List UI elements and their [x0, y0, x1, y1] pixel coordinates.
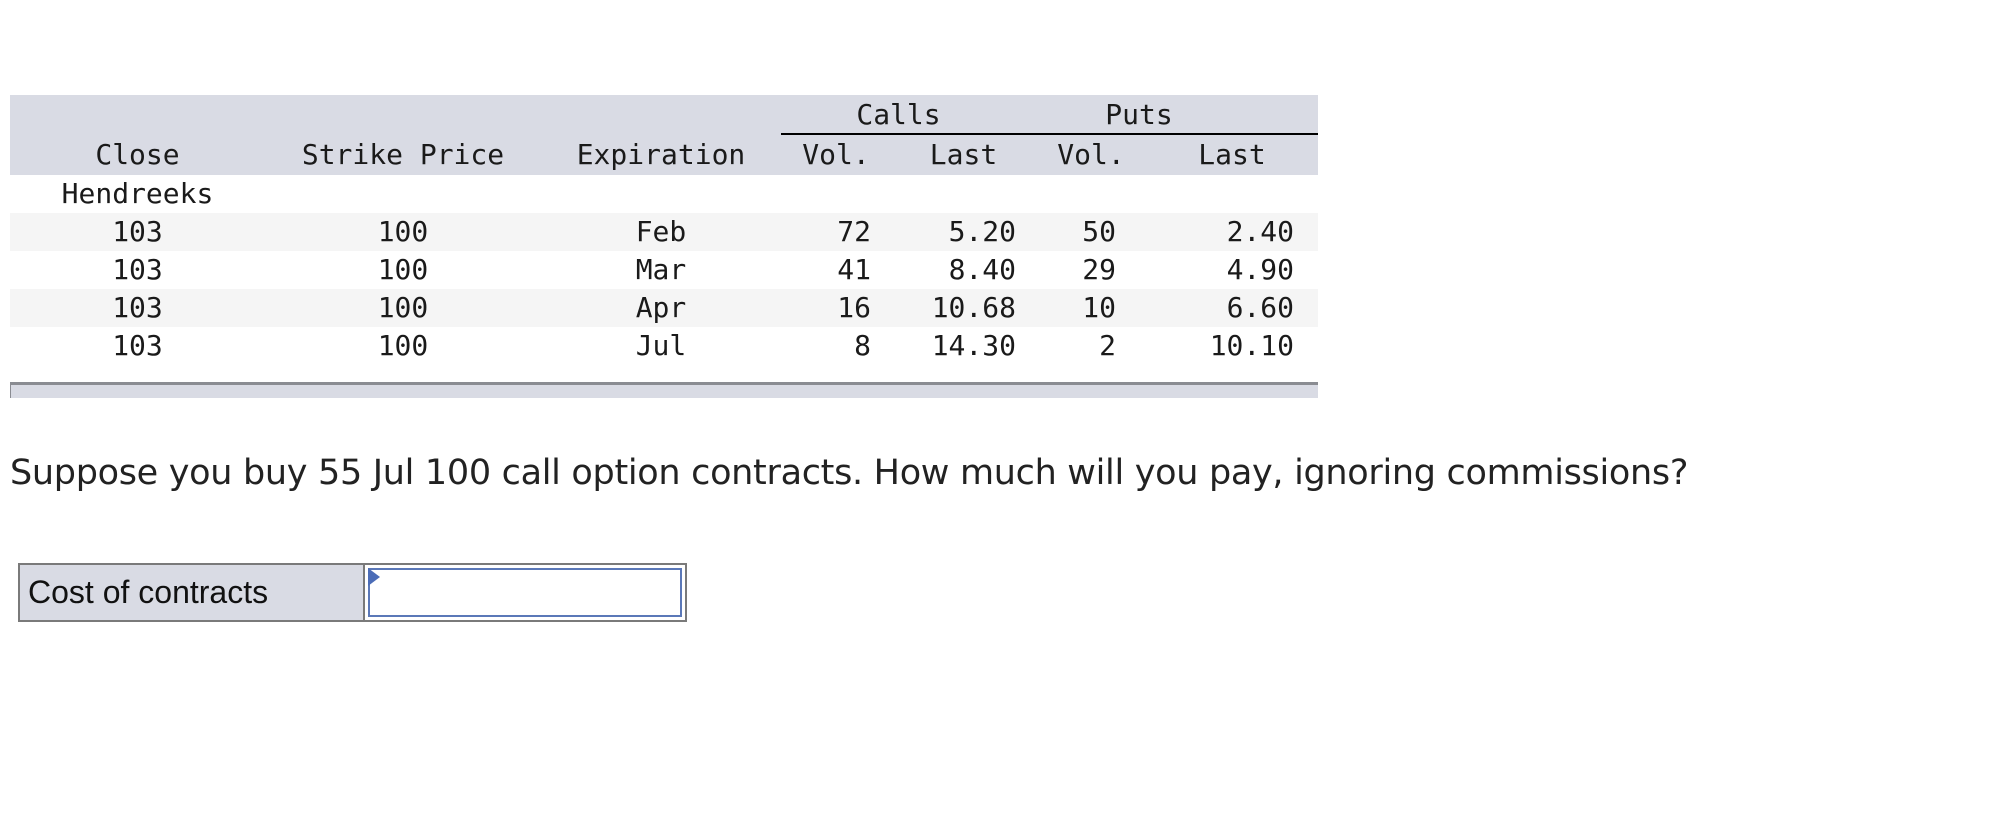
calls-group-header: Calls [856, 98, 941, 131]
expiration-cell: Apr [635, 291, 687, 324]
puts-vol-cell: 10 [1082, 291, 1116, 324]
strike-cell: 100 [377, 253, 429, 286]
calls-last-cell: 5.20 [948, 215, 1016, 248]
calls-vol-cell: 8 [854, 329, 871, 362]
options-quote-table: Calls Puts Close Strike Price Expiration… [10, 95, 1318, 365]
close-cell: 103 [112, 329, 163, 362]
puts-vol-cell: 29 [1082, 253, 1116, 286]
calls-last-cell: 10.68 [931, 291, 1016, 324]
answer-input-wrapper [365, 565, 685, 620]
cost-of-contracts-label: Cost of contracts [20, 565, 365, 620]
expiration-cell: Feb [635, 215, 687, 248]
table-header: Calls Puts Close Strike Price Expiration… [10, 95, 1318, 175]
puts-group-header: Puts [1016, 95, 1318, 134]
strike-cell: 100 [377, 291, 429, 324]
col-header-close: Close [95, 138, 180, 171]
puts-last-cell: 2.40 [1226, 215, 1294, 248]
table-row: 103 100 Feb 72 5.20 50 2.40 [10, 213, 1318, 251]
table-row: 103 100 Mar 41 8.40 29 4.90 [10, 251, 1318, 289]
col-header-expiration: Expiration [576, 138, 746, 171]
table-row: 103 100 Apr 16 10.68 10 6.60 [10, 289, 1318, 327]
puts-vol-cell: 50 [1082, 215, 1116, 248]
puts-vol-cell: 2 [1099, 329, 1116, 362]
expiration-cell: Jul [635, 329, 687, 362]
required-flag-icon [368, 568, 380, 586]
answer-row: Cost of contracts [18, 563, 687, 622]
calls-vol-cell: 72 [837, 215, 871, 248]
puts-last-cell: 6.60 [1226, 291, 1294, 324]
col-header-puts-last: Last [1198, 138, 1266, 171]
close-cell: 103 [112, 253, 163, 286]
puts-last-cell: 10.10 [1209, 329, 1294, 362]
company-row: Hendreeks [10, 175, 1318, 213]
calls-vol-cell: 41 [837, 253, 871, 286]
strike-cell: 100 [377, 215, 429, 248]
col-header-calls-last: Last [929, 138, 998, 171]
puts-group-label: Puts [1105, 98, 1173, 131]
calls-vol-cell: 16 [837, 291, 871, 324]
puts-last-cell: 4.90 [1226, 253, 1294, 286]
question-text: Suppose you buy 55 Jul 100 call option c… [10, 453, 1689, 493]
cost-of-contracts-input[interactable] [368, 568, 682, 617]
table-row: 103 100 Jul 8 14.30 2 10.10 [10, 327, 1318, 365]
col-header-puts-vol: Vol. [1057, 138, 1125, 171]
close-cell: 103 [112, 215, 163, 248]
close-cell: 103 [112, 291, 163, 324]
company-name: Hendreeks [61, 177, 214, 210]
expiration-cell: Mar [635, 253, 687, 286]
col-header-calls-vol: Vol. [802, 138, 870, 171]
strike-cell: 100 [377, 329, 429, 362]
calls-last-cell: 8.40 [948, 253, 1016, 286]
col-header-strike-price: Strike Price [301, 138, 505, 171]
table-footer-bar [10, 382, 1318, 398]
calls-last-cell: 14.30 [931, 329, 1016, 362]
